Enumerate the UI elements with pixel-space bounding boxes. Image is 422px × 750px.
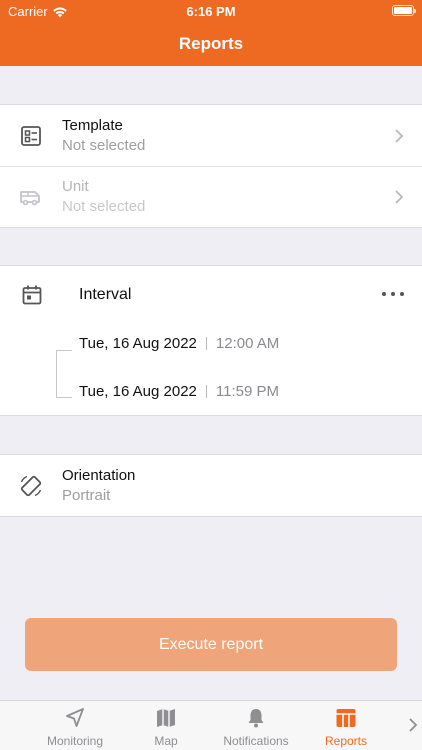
orientation-group: Orientation Portrait bbox=[0, 454, 422, 517]
more-dot-icon bbox=[391, 292, 395, 296]
navigation-header: Carrier 6:16 PM Reports bbox=[0, 0, 422, 66]
template-label: Template bbox=[62, 117, 123, 134]
chevron-right-icon bbox=[395, 190, 404, 204]
chevron-right-icon bbox=[395, 129, 404, 143]
interval-start-row[interactable]: Tue, 16 Aug 2022 12:00 AM bbox=[79, 335, 279, 352]
tab-label: Map bbox=[154, 734, 178, 748]
tab-reports[interactable]: Reports bbox=[306, 701, 386, 750]
rotate-icon bbox=[20, 475, 42, 497]
chevron-right-icon[interactable] bbox=[408, 718, 418, 732]
tab-label: Reports bbox=[324, 734, 368, 748]
unit-label: Unit bbox=[62, 178, 89, 195]
tab-monitoring[interactable]: Monitoring bbox=[35, 701, 115, 750]
tab-bar: Monitoring Map Notifications Reports bbox=[0, 700, 422, 750]
interval-start-time[interactable]: 12:00 AM bbox=[216, 335, 279, 352]
page-title: Reports bbox=[178, 34, 244, 53]
calendar-icon bbox=[22, 285, 42, 305]
battery-icon bbox=[392, 5, 416, 16]
interval-divider bbox=[205, 385, 207, 398]
status-time: 6:16 PM bbox=[186, 4, 236, 19]
interval-end-time[interactable]: 11:59 PM bbox=[216, 383, 279, 400]
template-value: Not selected bbox=[62, 137, 146, 154]
orientation-row[interactable]: Orientation Portrait bbox=[0, 455, 422, 516]
orientation-value: Portrait bbox=[62, 487, 111, 504]
van-icon bbox=[20, 191, 40, 206]
tab-notifications[interactable]: Notifications bbox=[216, 701, 296, 750]
more-dot-icon bbox=[400, 292, 404, 296]
status-bar: Carrier 6:16 PM bbox=[0, 0, 422, 22]
interval-range-bracket bbox=[56, 350, 72, 398]
interval-label: Interval bbox=[79, 286, 132, 303]
more-dot-icon bbox=[382, 292, 386, 296]
execute-report-button[interactable]: Execute report bbox=[25, 618, 397, 671]
interval-divider bbox=[205, 337, 207, 350]
interval-end-row[interactable]: Tue, 16 Aug 2022 11:59 PM bbox=[79, 383, 279, 400]
interval-group: Interval Tue, 16 Aug 2022 12:00 AM Tue, … bbox=[0, 265, 422, 416]
interval-header: Interval bbox=[0, 266, 422, 324]
tab-label: Monitoring bbox=[46, 734, 104, 748]
map-icon bbox=[157, 709, 175, 727]
unit-value: Not selected bbox=[62, 198, 146, 215]
interval-start-date[interactable]: Tue, 16 Aug 2022 bbox=[79, 335, 197, 352]
unit-row[interactable]: Unit Not selected bbox=[0, 166, 422, 227]
template-row[interactable]: Template Not selected bbox=[0, 105, 422, 166]
navigation-arrow-icon bbox=[66, 708, 84, 727]
tab-map[interactable]: Map bbox=[126, 701, 206, 750]
orientation-label: Orientation bbox=[62, 467, 136, 484]
template-icon bbox=[21, 126, 41, 146]
bell-icon bbox=[248, 709, 264, 728]
report-source-group: Template Not selected Unit Not selected bbox=[0, 104, 422, 228]
more-options-button[interactable] bbox=[382, 286, 404, 302]
tab-label: Notifications bbox=[223, 734, 289, 748]
interval-end-date[interactable]: Tue, 16 Aug 2022 bbox=[79, 383, 197, 400]
reports-table-icon bbox=[336, 709, 356, 727]
